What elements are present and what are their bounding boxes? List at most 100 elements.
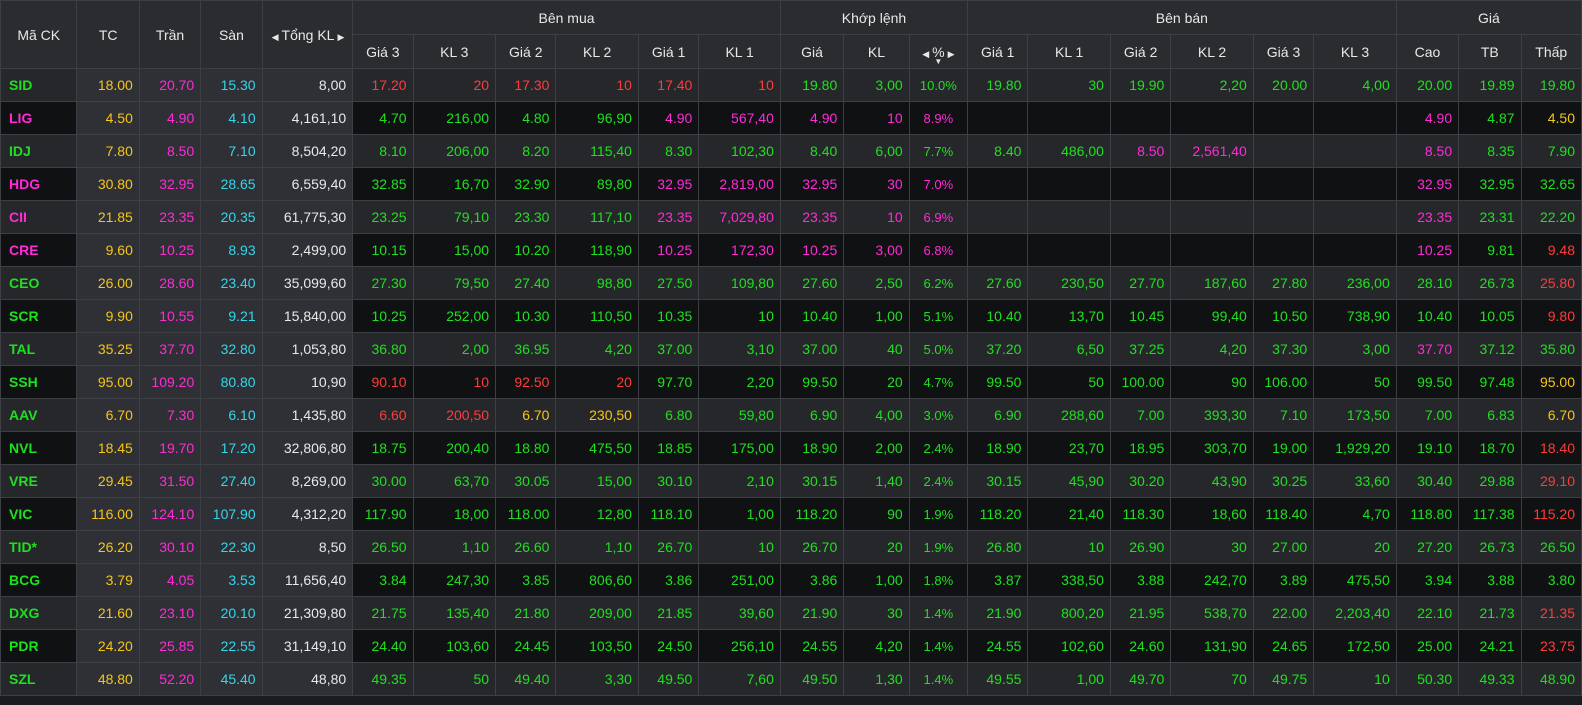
bid-vol-1-cell: 3,10: [698, 332, 781, 366]
header-high[interactable]: Cao: [1395, 34, 1460, 69]
symbol-cell[interactable]: NVL: [0, 431, 78, 465]
table-row[interactable]: BCG 3.79 4.05 3.53 11,656,40 3.84 247,30 3.85 80…: [0, 563, 1582, 597]
ask-price-2-cell: 27.70: [1109, 266, 1172, 300]
caret-left-icon[interactable]: ◀: [272, 32, 279, 42]
ask-price-2-cell: 8.50: [1109, 134, 1172, 168]
header-reference[interactable]: TC: [76, 0, 140, 69]
table-row[interactable]: LIG 4.50 4.90 4.10 4,161,10 4.70 216,00 4.80 96,…: [0, 101, 1582, 135]
high-price-cell: 25.00: [1395, 629, 1460, 663]
symbol-cell[interactable]: AAV: [0, 398, 78, 432]
header-floor[interactable]: Sàn: [200, 0, 263, 69]
ask-vol-3-cell: 1,929,20: [1313, 431, 1397, 465]
header-low[interactable]: Thấp: [1520, 34, 1582, 69]
header-total-volume[interactable]: ◀ Tổng KL ▶: [261, 0, 354, 69]
header-bid-vol-2[interactable]: KL 2: [555, 34, 639, 69]
header-bid-vol-3[interactable]: KL 3: [412, 34, 497, 69]
header-ask-vol-2[interactable]: KL 2: [1170, 34, 1254, 69]
table-row[interactable]: PDR 24.20 25.85 22.55 31,149,10 24.40 103,60 24…: [0, 629, 1582, 663]
bid-price-2-cell: 18.80: [495, 431, 557, 465]
table-row[interactable]: SZL 48.80 52.20 45.40 48,80 49.35 50 49.40 3,30 4…: [0, 662, 1582, 696]
table-row[interactable]: CII 21.85 23.35 20.35 61,775,30 23.25 79,10 23.…: [0, 200, 1582, 234]
table-row[interactable]: NVL 18.45 19.70 17.20 32,806,80 18.75 200,40 18…: [0, 431, 1582, 465]
bid-price-1-cell: 6.80: [637, 398, 700, 432]
bid-vol-2-cell: 4,20: [555, 332, 639, 366]
average-price-cell: 18.70: [1458, 431, 1522, 465]
ref-price-cell: 21.60: [76, 596, 140, 630]
ask-vol-3-cell: 20: [1313, 530, 1397, 564]
ask-price-2-cell: 3.88: [1109, 563, 1172, 597]
header-match-volume[interactable]: KL: [843, 34, 910, 69]
symbol-cell[interactable]: CEO: [0, 266, 78, 300]
header-bid-price-2[interactable]: Giá 2: [495, 34, 557, 69]
symbol-cell[interactable]: IDJ: [0, 134, 78, 168]
floor-price-cell: 8.93: [200, 233, 263, 267]
total-volume-cell: 6,559,40: [261, 167, 354, 201]
table-row[interactable]: TAL 35.25 37.70 32.80 1,053,80 36.80 2,00 36.95…: [0, 332, 1582, 366]
symbol-cell[interactable]: CRE: [0, 233, 78, 267]
symbol-cell[interactable]: VIC: [0, 497, 78, 531]
ask-price-2-cell: 10.45: [1109, 299, 1172, 333]
ref-price-cell: 29.45: [76, 464, 140, 498]
table-row[interactable]: SCR 9.90 10.55 9.21 15,840,00 10.25 252,00 10.3…: [0, 299, 1582, 333]
bid-price-1-cell: 21.85: [637, 596, 700, 630]
header-match-price[interactable]: Giá: [779, 34, 845, 69]
bid-vol-3-cell: 63,70: [412, 464, 497, 498]
table-row[interactable]: TID* 26.20 30.10 22.30 8,50 26.50 1,10 26.60 1,1…: [0, 530, 1582, 564]
symbol-cell[interactable]: CII: [0, 200, 78, 234]
bid-price-1-cell: 49.50: [637, 662, 700, 696]
symbol-cell[interactable]: SSH: [0, 365, 78, 399]
header-ask-price-1[interactable]: Giá 1: [967, 34, 1029, 69]
table-row[interactable]: DXG 21.60 23.10 20.10 21,309,80 21.75 135,40 21…: [0, 596, 1582, 630]
ask-vol-2-cell: 242,70: [1170, 563, 1254, 597]
table-row[interactable]: AAV 6.70 7.30 6.10 1,435,80 6.60 200,50 6.70 230…: [0, 398, 1582, 432]
match-percent-cell: 1.4%: [908, 629, 969, 663]
table-row[interactable]: IDJ 7.80 8.50 7.10 8,504,20 8.10 206,00 8.20 115…: [0, 134, 1582, 168]
symbol-cell[interactable]: BCG: [0, 563, 78, 597]
bid-vol-3-cell: 20: [412, 68, 497, 102]
symbol-cell[interactable]: VRE: [0, 464, 78, 498]
table-row[interactable]: CEO 26.00 28.60 23.40 35,099,60 27.30 79,50 27.…: [0, 266, 1582, 300]
header-symbol[interactable]: Mã CK: [0, 0, 78, 69]
table-row[interactable]: SID 18.00 20.70 15.30 8,00 17.20 20 17.30 10 17.4…: [0, 68, 1582, 102]
ask-price-3-cell: [1252, 167, 1315, 201]
high-price-cell: 37.70: [1395, 332, 1460, 366]
caret-right-icon[interactable]: ▶: [337, 32, 344, 42]
low-price-cell: 21.35: [1520, 596, 1582, 630]
symbol-cell[interactable]: LIG: [0, 101, 78, 135]
header-ask-vol-1[interactable]: KL 1: [1027, 34, 1111, 69]
ask-vol-3-cell: 173,50: [1313, 398, 1397, 432]
ask-vol-1-cell: 21,40: [1027, 497, 1111, 531]
header-bid-price-1[interactable]: Giá 1: [637, 34, 700, 69]
header-match-percent[interactable]: ◀% ▶ ▼: [908, 34, 969, 69]
header-ask-vol-3[interactable]: KL 3: [1313, 34, 1397, 69]
ask-vol-3-cell: 2,203,40: [1313, 596, 1397, 630]
floor-price-cell: 22.55: [200, 629, 263, 663]
table-row[interactable]: VRE 29.45 31.50 27.40 8,269,00 30.00 63,70 30.0…: [0, 464, 1582, 498]
header-ceiling[interactable]: Trần: [138, 0, 202, 69]
total-volume-cell: 11,656,40: [261, 563, 354, 597]
symbol-cell[interactable]: TAL: [0, 332, 78, 366]
ask-vol-3-cell: [1313, 101, 1397, 135]
table-row[interactable]: HDG 30.80 32.95 28.65 6,559,40 32.85 16,70 32.9…: [0, 167, 1582, 201]
symbol-cell[interactable]: PDR: [0, 629, 78, 663]
high-price-cell: 10.25: [1395, 233, 1460, 267]
symbol-cell[interactable]: SZL: [0, 662, 78, 696]
table-row[interactable]: SSH 95.00 109.20 80.80 10,90 90.10 10 92.50 20 97…: [0, 365, 1582, 399]
symbol-cell[interactable]: DXG: [0, 596, 78, 630]
floor-price-cell: 15.30: [200, 68, 263, 102]
symbol-cell[interactable]: SID: [0, 68, 78, 102]
symbol-cell[interactable]: HDG: [0, 167, 78, 201]
header-ask-price-3[interactable]: Giá 3: [1252, 34, 1315, 69]
high-price-cell: 8.50: [1395, 134, 1460, 168]
symbol-cell[interactable]: TID*: [0, 530, 78, 564]
match-volume-cell: 4,00: [843, 398, 910, 432]
low-price-cell: 9.80: [1520, 299, 1582, 333]
header-bid-vol-1[interactable]: KL 1: [698, 34, 781, 69]
table-row[interactable]: CRE 9.60 10.25 8.93 2,499,00 10.15 15,00 10.20 1…: [0, 233, 1582, 267]
header-bid-price-3[interactable]: Giá 3: [352, 34, 414, 69]
ask-vol-1-cell: 45,90: [1027, 464, 1111, 498]
symbol-cell[interactable]: SCR: [0, 299, 78, 333]
header-ask-price-2[interactable]: Giá 2: [1109, 34, 1172, 69]
header-average[interactable]: TB: [1458, 34, 1522, 69]
table-row[interactable]: VIC 116.00 124.10 107.90 4,312,20 117.90 18,00…: [0, 497, 1582, 531]
